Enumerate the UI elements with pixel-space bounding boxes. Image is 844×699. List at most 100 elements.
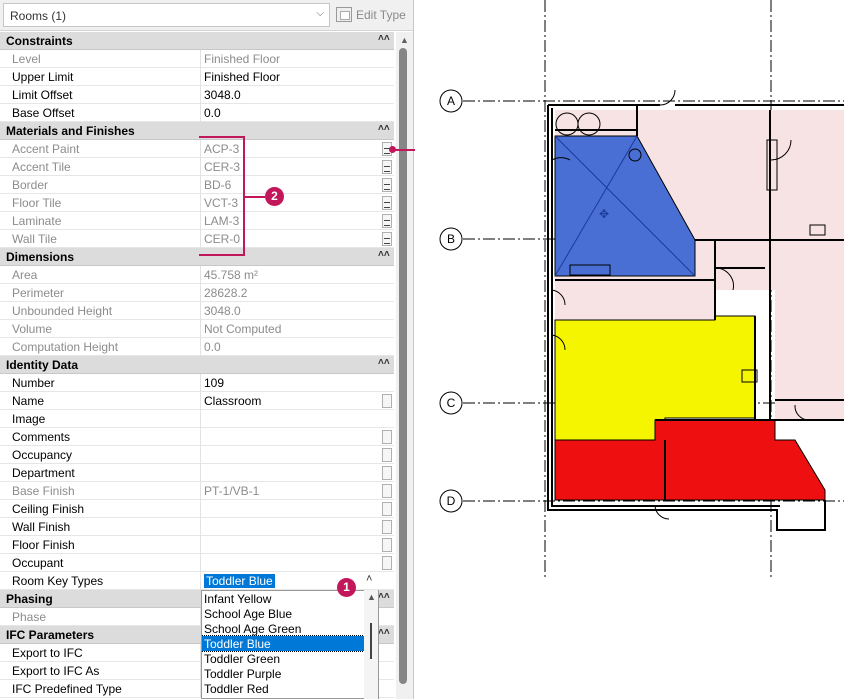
property-row[interactable]: Unbounded Height 3048.0 xyxy=(0,302,394,320)
browse-button[interactable] xyxy=(382,232,392,246)
property-row[interactable]: Limit Offset 3048.0 xyxy=(0,86,394,104)
property-value-text: Classroom xyxy=(204,394,262,408)
property-row[interactable]: Number 109 xyxy=(0,374,394,392)
property-value[interactable] xyxy=(202,518,379,536)
property-row[interactable]: Upper Limit Finished Floor xyxy=(0,68,394,86)
property-row[interactable]: Room Key Types Toddler Blue ˄ xyxy=(0,572,394,590)
property-row[interactable]: Floor Finish xyxy=(0,536,394,554)
property-label: Room Key Types xyxy=(0,572,201,590)
edit-text-button[interactable] xyxy=(382,430,392,444)
group-header[interactable]: Materials and Finishes ˄˄ xyxy=(0,122,394,140)
property-row[interactable]: Base Offset 0.0 xyxy=(0,104,394,122)
property-label: IFC Predefined Type xyxy=(0,680,201,698)
property-row[interactable]: Perimeter 28628.2 xyxy=(0,284,394,302)
edit-text-button[interactable] xyxy=(382,502,392,516)
property-value[interactable] xyxy=(202,554,379,572)
group-header[interactable]: Dimensions ˄˄ xyxy=(0,248,394,266)
property-value[interactable] xyxy=(202,464,379,482)
dropdown-option[interactable]: Toddler Green xyxy=(202,651,378,666)
browse-button[interactable] xyxy=(382,178,392,192)
property-value[interactable]: Classroom xyxy=(202,392,379,410)
property-row[interactable]: Accent Paint ACP-3 xyxy=(0,140,394,158)
property-value[interactable]: 109 xyxy=(202,374,379,392)
property-row[interactable]: Comments xyxy=(0,428,394,446)
dropdown-option[interactable]: Toddler Red xyxy=(202,681,378,696)
property-value-text: 45.758 m² xyxy=(204,268,259,282)
group-title: Materials and Finishes xyxy=(6,124,135,138)
floor-plan-canvas[interactable]: ✥ A B C D xyxy=(415,0,844,699)
property-row[interactable]: Wall Tile CER-0 xyxy=(0,230,394,248)
edit-text-button[interactable] xyxy=(382,448,392,462)
property-label: Laminate xyxy=(0,212,201,230)
property-label: Wall Finish xyxy=(0,518,201,536)
property-row[interactable]: Volume Not Computed xyxy=(0,320,394,338)
edit-type-button[interactable]: Edit Type xyxy=(334,5,410,25)
type-selector-dropdown[interactable]: Rooms (1) ⌵ xyxy=(3,3,330,27)
dropdown-option[interactable]: School Age Blue xyxy=(202,606,378,621)
property-row[interactable]: Laminate LAM-3 xyxy=(0,212,394,230)
property-label: Computation Height xyxy=(0,338,201,356)
property-value[interactable] xyxy=(202,410,379,428)
property-value-text: 0.0 xyxy=(204,106,221,120)
callout-badge-1: 1 xyxy=(337,578,356,597)
property-value[interactable]: 0.0 xyxy=(202,104,379,122)
property-row[interactable]: Occupancy xyxy=(0,446,394,464)
dropdown-option[interactable]: Toddler Blue xyxy=(202,635,378,652)
collapse-icon[interactable]: ˄˄ xyxy=(378,627,390,638)
scrollbar-thumb[interactable] xyxy=(399,48,407,684)
edit-text-button[interactable] xyxy=(382,484,392,498)
browse-button[interactable] xyxy=(382,196,392,210)
grid-bubbles: A B C D xyxy=(439,89,463,513)
property-value-text: PT-1/VB-1 xyxy=(204,484,260,498)
group-header[interactable]: Constraints ˄˄ xyxy=(0,32,394,50)
property-label: Perimeter xyxy=(0,284,201,302)
edit-text-button[interactable] xyxy=(382,466,392,480)
dropdown-option[interactable]: Toddler Purple xyxy=(202,666,378,681)
grid-label-a: A xyxy=(447,94,455,108)
property-value[interactable]: 3048.0 xyxy=(202,86,379,104)
property-label: Image xyxy=(0,410,201,428)
browse-button[interactable] xyxy=(382,160,392,174)
property-value[interactable] xyxy=(202,446,379,464)
property-label: Level xyxy=(0,50,201,68)
properties-scrollbar[interactable]: ▲ xyxy=(396,32,413,699)
dropdown-scrollbar-thumb[interactable] xyxy=(370,623,372,659)
edit-text-button[interactable] xyxy=(382,520,392,534)
browse-button[interactable] xyxy=(382,214,392,228)
property-row[interactable]: Department xyxy=(0,464,394,482)
room-key-types-dropdown-list[interactable]: Infant Yellow School Age Blue School Age G… xyxy=(201,590,379,699)
collapse-icon[interactable]: ˄˄ xyxy=(378,33,390,44)
collapse-icon[interactable]: ˄˄ xyxy=(378,249,390,260)
collapse-icon[interactable]: ˄˄ xyxy=(378,357,390,368)
property-row[interactable]: Level Finished Floor xyxy=(0,50,394,68)
chevron-up-icon[interactable]: ˄ xyxy=(366,573,372,585)
property-row[interactable]: Ceiling Finish xyxy=(0,500,394,518)
property-row[interactable]: Name Classroom xyxy=(0,392,394,410)
property-row[interactable]: Border BD-6 xyxy=(0,176,394,194)
dropdown-scroll-up-icon[interactable]: ▲ xyxy=(367,592,376,602)
dropdown-scrollbar[interactable]: ▲ xyxy=(364,590,378,699)
collapse-icon[interactable]: ˄˄ xyxy=(378,123,390,134)
floor-plan-view[interactable]: ✥ A B C D xyxy=(415,0,844,699)
property-row[interactable]: Wall Finish xyxy=(0,518,394,536)
property-row[interactable]: Base Finish PT-1/VB-1 xyxy=(0,482,394,500)
edit-text-button[interactable] xyxy=(382,538,392,552)
group-title: IFC Parameters xyxy=(6,628,95,642)
edit-text-button[interactable] xyxy=(382,394,392,408)
property-row[interactable]: Accent Tile CER-3 xyxy=(0,158,394,176)
property-row[interactable]: Computation Height 0.0 xyxy=(0,338,394,356)
scroll-up-arrow-icon[interactable]: ▲ xyxy=(400,35,409,45)
property-row[interactable]: Occupant xyxy=(0,554,394,572)
edit-text-button[interactable] xyxy=(382,556,392,570)
property-value[interactable] xyxy=(202,536,379,554)
property-value[interactable] xyxy=(202,500,379,518)
group-header[interactable]: Identity Data ˄˄ xyxy=(0,356,394,374)
dropdown-option[interactable]: School Age Green xyxy=(202,621,378,636)
collapse-icon[interactable]: ˄˄ xyxy=(378,591,390,602)
property-row[interactable]: Area 45.758 m² xyxy=(0,266,394,284)
property-value[interactable]: Finished Floor xyxy=(202,68,379,86)
property-row[interactable]: Image xyxy=(0,410,394,428)
property-value[interactable] xyxy=(202,428,379,446)
property-row[interactable]: Floor Tile VCT-3 xyxy=(0,194,394,212)
property-value: 0.0 xyxy=(202,338,379,356)
